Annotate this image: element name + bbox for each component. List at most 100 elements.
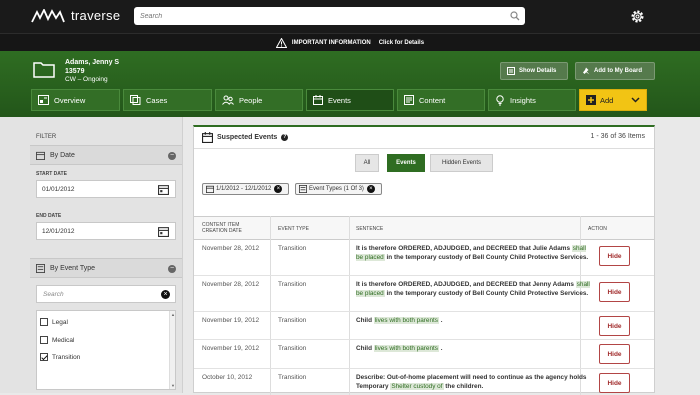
col-sentence[interactable]: SENTENCE — [356, 226, 383, 232]
table-row: October 10, 2012 Transition Describe: Ou… — [194, 369, 654, 395]
items-count: 1 - 36 of 36 Items — [590, 133, 645, 140]
case-name: Adams, Jenny S — [65, 59, 120, 66]
main-tabs: Overview Cases People Events Content Ins… — [31, 89, 647, 111]
hide-button[interactable]: Hide — [599, 316, 630, 336]
segment-events[interactable]: Events — [387, 154, 425, 172]
row-event-type: Transition — [278, 317, 307, 324]
row-date: November 28, 2012 — [202, 245, 260, 252]
remove-chip-icon[interactable]: × — [366, 185, 375, 193]
col-event-type[interactable]: EVENT TYPE — [278, 226, 309, 232]
search-input[interactable] — [134, 7, 494, 25]
event-type-search-input[interactable]: Search × — [36, 285, 176, 303]
content-icon — [404, 95, 414, 105]
by-event-type-title: By Event Type — [50, 264, 96, 272]
tab-cases[interactable]: Cases — [123, 89, 212, 111]
row-date: October 10, 2012 — [202, 374, 253, 381]
end-date-calendar-icon[interactable] — [158, 226, 169, 237]
details-icon — [507, 67, 515, 75]
date-range-chip[interactable]: 1/1/2012 - 12/1/2012 × — [202, 183, 289, 195]
app-name: traverse — [71, 8, 121, 23]
event-type-checklist: Legal Medical Transition ▲ ▼ — [36, 310, 176, 390]
end-date-field[interactable]: 12/01/2012 — [36, 222, 176, 240]
panel-title: Suspected Events ? — [202, 132, 289, 143]
event-type-icon — [36, 263, 45, 273]
date-range-chip-label: 1/1/2012 - 12/1/2012 — [216, 186, 272, 192]
tab-insights[interactable]: Insights — [488, 89, 576, 111]
row-sentence: Child lives with both parents . — [356, 316, 591, 325]
sentence-text: It is therefore ORDERED, ADJUDGED, and D… — [356, 245, 571, 252]
table-row: November 28, 2012 Transition It is there… — [194, 240, 654, 276]
tab-add[interactable]: Add — [579, 89, 647, 111]
case-status: CW – Ongoing — [65, 76, 108, 83]
collapse-minus-icon[interactable]: − — [168, 152, 176, 160]
sentence-text: in the temporary custody of Bell County … — [386, 254, 589, 261]
case-id: 13579 — [65, 68, 85, 75]
start-date-label: START DATE — [36, 171, 67, 177]
remove-chip-icon[interactable]: × — [274, 185, 283, 193]
checkbox-unchecked[interactable] — [40, 318, 48, 326]
settings-gear-icon[interactable] — [630, 9, 645, 24]
clear-search-icon[interactable]: × — [161, 290, 170, 299]
row-date: November 28, 2012 — [202, 281, 260, 288]
hide-button[interactable]: Hide — [599, 246, 630, 266]
hide-button[interactable]: Hide — [599, 282, 630, 302]
tab-events[interactable]: Events — [306, 89, 394, 111]
scroll-up-arrow-icon[interactable]: ▲ — [171, 312, 175, 317]
checklist-scrollbar[interactable]: ▲ ▼ — [169, 311, 175, 389]
calendar-list-icon — [202, 132, 213, 143]
divider — [194, 148, 654, 149]
event-type-option-medical[interactable]: Medical — [40, 336, 74, 344]
add-to-board-label: Add to My Board — [594, 68, 642, 74]
event-types-chip-label: Event Types (1 Of 3) — [309, 186, 364, 192]
info-details-link[interactable]: Click for Details — [379, 40, 424, 46]
col-creation-date[interactable]: CONTENT ITEM CREATION DATE — [202, 222, 242, 234]
tab-insights-label: Insights — [510, 95, 536, 105]
start-date-calendar-icon[interactable] — [158, 184, 169, 195]
sentence-text: in the temporary custody of Bell County … — [386, 290, 589, 297]
list-icon — [299, 185, 307, 193]
checkbox-checked[interactable] — [40, 353, 48, 361]
segment-hidden-events[interactable]: Hidden Events — [430, 154, 493, 172]
search-icon[interactable] — [510, 11, 520, 21]
event-type-option-transition[interactable]: Transition — [40, 353, 80, 361]
option-label: Legal — [52, 318, 68, 326]
tab-events-label: Events — [328, 95, 351, 105]
app-logo[interactable]: traverse — [31, 8, 120, 23]
tab-people-label: People — [239, 95, 263, 105]
add-to-board-button[interactable]: Add to My Board — [575, 62, 655, 80]
folder-icon — [33, 62, 55, 78]
global-search[interactable] — [134, 7, 525, 25]
events-icon — [313, 95, 323, 105]
important-information-bar[interactable]: IMPORTANT INFORMATION Click for Details — [0, 33, 700, 51]
hide-button[interactable]: Hide — [599, 344, 630, 364]
show-details-button[interactable]: Show Details — [500, 62, 568, 80]
hide-button[interactable]: Hide — [599, 373, 630, 393]
checkbox-unchecked[interactable] — [40, 336, 48, 344]
option-label: Transition — [52, 353, 81, 361]
sentence-text: Child — [356, 317, 372, 324]
row-sentence: It is therefore ORDERED, ADJUDGED, and D… — [356, 280, 591, 298]
event-types-chip[interactable]: Event Types (1 Of 3) × — [295, 183, 382, 195]
info-label: IMPORTANT INFORMATION — [291, 39, 371, 46]
table-row: November 19, 2012 Transition Child lives… — [194, 340, 654, 369]
by-event-type-section-header[interactable]: By Event Type − — [30, 258, 182, 278]
start-date-value: 01/01/2012 — [42, 185, 75, 193]
sentence-text: . — [440, 345, 443, 352]
suspected-events-panel: Suspected Events ? 1 - 36 of 36 Items Al… — [193, 125, 655, 395]
tab-content[interactable]: Content — [397, 89, 485, 111]
event-type-option-legal[interactable]: Legal — [40, 318, 68, 326]
segment-all[interactable]: All — [355, 154, 379, 172]
table-row: November 19, 2012 Transition Child lives… — [194, 312, 654, 340]
scroll-down-arrow-icon[interactable]: ▼ — [171, 383, 175, 388]
tab-overview[interactable]: Overview — [31, 89, 120, 111]
row-date: November 19, 2012 — [202, 317, 260, 324]
sentence-highlight: lives with both parents — [373, 345, 439, 352]
collapse-minus-icon[interactable]: − — [168, 265, 176, 273]
start-date-field[interactable]: 01/01/2012 — [36, 180, 176, 198]
col-action: ACTION — [588, 226, 607, 232]
row-date: November 19, 2012 — [202, 345, 260, 352]
tab-people[interactable]: People — [215, 89, 303, 111]
row-sentence: It is therefore ORDERED, ADJUDGED, and D… — [356, 244, 591, 262]
help-question-icon[interactable]: ? — [281, 134, 289, 141]
by-date-section-header[interactable]: By Date − — [30, 145, 182, 165]
